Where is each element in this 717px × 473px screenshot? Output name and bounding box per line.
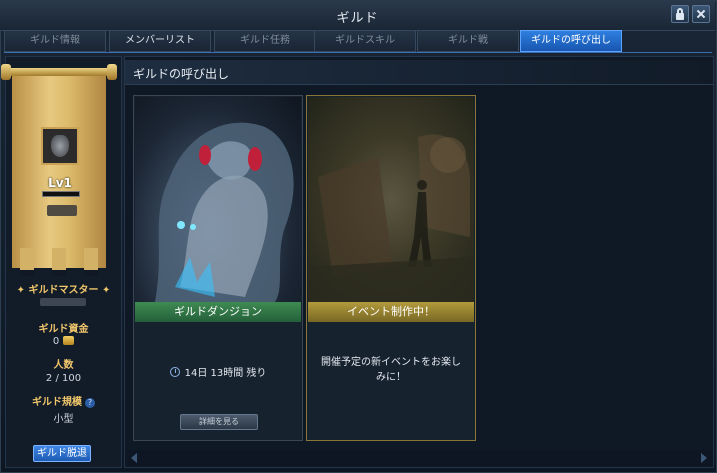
- guild-dungeon-image: [135, 97, 301, 302]
- tab-bar: ギルド情報 メンバーリスト ギルド任務 ギルドスキル ギルド戦 ギルドの呼び出し: [4, 30, 716, 53]
- tab-underline: [4, 52, 712, 53]
- guild-banner: [12, 76, 106, 268]
- view-details-button[interactable]: 詳細を見る: [180, 414, 258, 430]
- guild-scale-label-text: ギルド規模: [32, 397, 82, 408]
- gold-coin-icon: [63, 336, 75, 345]
- tab-guild-skills[interactable]: ギルドスキル: [314, 30, 416, 52]
- tab-member-list[interactable]: メンバーリスト: [109, 30, 211, 52]
- close-icon[interactable]: [692, 5, 710, 23]
- lock-icon[interactable]: [671, 5, 689, 23]
- dungeon-timer-text: 14日 13時間 残り: [184, 368, 267, 379]
- title-bar: ギルド: [0, 0, 715, 31]
- guild-level: Lv1: [48, 176, 72, 190]
- leave-guild-button[interactable]: ギルド脱退: [33, 445, 91, 462]
- event-card: イベント制作中！ 開催予定の新イベントをお楽しみに！: [306, 95, 476, 441]
- guild-scale-label: ギルド規模?: [5, 393, 122, 408]
- banner-rod: [4, 68, 114, 76]
- help-icon[interactable]: ?: [85, 398, 95, 408]
- section-title: ギルドの呼び出し: [133, 67, 230, 81]
- window-title: ギルド: [336, 11, 379, 26]
- guild-emblem-icon[interactable]: [41, 127, 79, 165]
- guild-funds-amount: 0: [52, 336, 60, 347]
- guild-dungeon-card[interactable]: ギルドダンジョン 14日 13時間 残り 詳細を見る: [133, 95, 303, 441]
- member-count-label: 人数: [53, 360, 74, 371]
- tab-guild-summon[interactable]: ギルドの呼び出し: [520, 30, 622, 52]
- banner-tails: [12, 248, 106, 278]
- level-progress-bar: [42, 191, 80, 197]
- guild-dungeon-title: ギルドダンジョン: [135, 302, 301, 322]
- event-description: 開催予定の新イベントをお楽しみに！: [321, 357, 461, 383]
- guild-name-plate: [47, 205, 77, 216]
- dungeon-timer: 14日 13時間 残り: [134, 364, 302, 379]
- tab-guild-missions[interactable]: ギルド任務: [214, 30, 316, 52]
- clock-icon: [169, 367, 180, 377]
- scroll-right-icon[interactable]: [701, 453, 707, 463]
- event-title: イベント制作中！: [308, 302, 474, 322]
- member-count-value: 2 / 100: [45, 373, 82, 384]
- guild-funds-label: ギルド資金: [38, 324, 89, 335]
- guild-master-label: ✦ ギルドマスター ✦: [16, 285, 111, 296]
- guild-master-label-text: ギルドマスター: [28, 285, 99, 296]
- guild-scale-value: 小型: [53, 414, 74, 425]
- guild-master-name: [40, 298, 86, 306]
- tab-guild-info[interactable]: ギルド情報: [4, 30, 106, 52]
- scroll-left-icon[interactable]: [131, 453, 137, 463]
- banner-rod-cap-left: [1, 64, 11, 80]
- banner-rod-cap-right: [107, 64, 117, 80]
- guild-funds-value: 0: [5, 336, 122, 347]
- tab-guild-war[interactable]: ギルド戦: [417, 30, 519, 52]
- card-scrollbar[interactable]: [125, 450, 713, 466]
- event-image: [308, 97, 474, 302]
